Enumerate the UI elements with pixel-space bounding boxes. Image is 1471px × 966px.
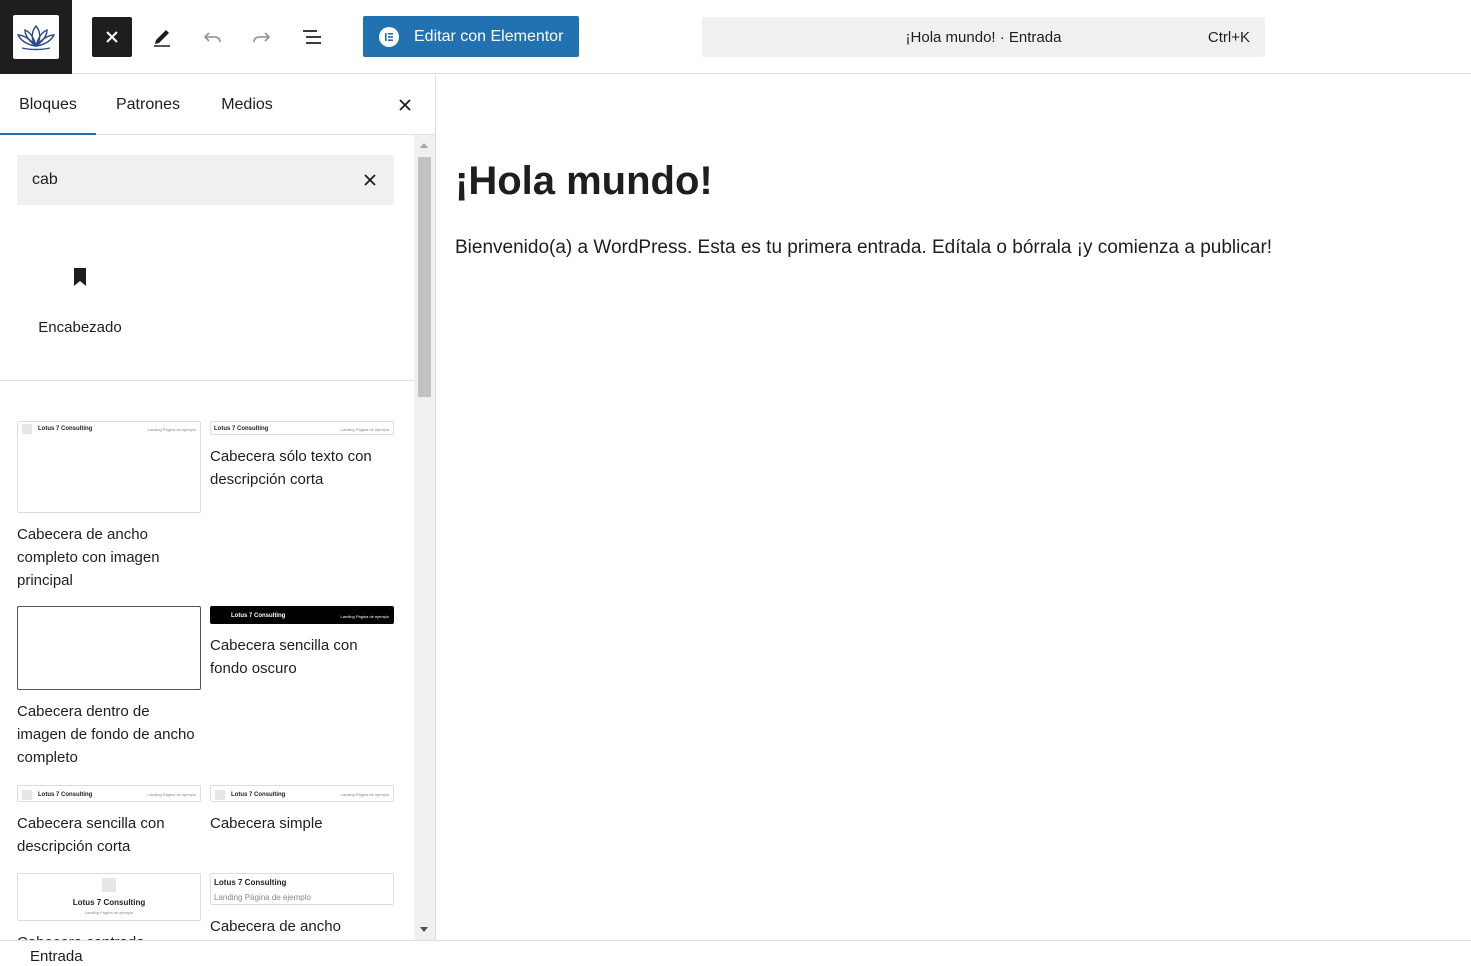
- tools-button[interactable]: [142, 17, 182, 57]
- pattern-preview: Lotus 7 Consulting Landing Página de eje…: [210, 606, 394, 624]
- scroll-thumb[interactable]: [418, 157, 431, 397]
- inserter-tabs: Bloques Patrones Medios: [0, 75, 435, 135]
- pattern-nav: Landing Página de ejemplo: [147, 426, 196, 432]
- pattern-label: Cabecera de ancho completo con imagen pr…: [17, 526, 160, 589]
- pattern-preview: Lotus 7 Consulting Landing Página de eje…: [17, 785, 201, 802]
- pattern-nav: Landing Página de ejemplo: [84, 910, 134, 915]
- pattern-brand: Lotus 7 Consulting: [214, 878, 287, 887]
- block-breadcrumb: Entrada: [0, 940, 1471, 966]
- redo-button[interactable]: [242, 17, 282, 57]
- tab-media[interactable]: Medios: [203, 75, 291, 135]
- block-item-heading[interactable]: Encabezado: [20, 265, 140, 345]
- pattern-preview: Lotus 7 Consulting Landing Página de eje…: [17, 873, 201, 921]
- close-inserter-button[interactable]: [92, 17, 132, 57]
- pattern-nav: Landing Página de ejemplo: [340, 792, 389, 797]
- breadcrumb-item[interactable]: Entrada: [30, 948, 83, 965]
- pattern-nav: Landing Página de ejemplo: [340, 613, 389, 619]
- pattern-nav: Landing Página de ejemplo: [340, 426, 389, 432]
- pattern-preview: Lotus 7 Consulting Landing Página de eje…: [17, 606, 201, 690]
- pattern-preview: Lotus 7 Consulting Landing Página de eje…: [210, 421, 394, 435]
- pattern-nav: Landing Página de ejemplo: [214, 893, 311, 902]
- close-icon: [399, 99, 411, 111]
- pattern-label: Cabecera sencilla con fondo oscuro: [210, 637, 358, 677]
- pattern-brand: Lotus 7 Consulting: [231, 791, 286, 798]
- pattern-brand: Lotus 7 Consulting: [38, 611, 93, 617]
- scroll-up-arrow[interactable]: [420, 143, 428, 148]
- close-icon: [106, 31, 118, 43]
- site-logo-button[interactable]: [0, 0, 72, 74]
- section-divider: [0, 380, 414, 381]
- pattern-label: Cabecera simple: [210, 815, 323, 832]
- bookmark-icon: [74, 268, 86, 286]
- command-shortcut: Ctrl+K: [1207, 29, 1250, 46]
- lotus-logo-icon: [13, 15, 59, 59]
- block-inserter-panel: Bloques Patrones Medios Encabezado: [0, 75, 436, 940]
- pattern-label: Cabecera centrada: [17, 931, 201, 940]
- elementor-button-label: Editar con Elementor: [414, 27, 564, 45]
- pattern-label: Cabecera sólo texto con descripción cort…: [210, 448, 372, 488]
- list-view-icon: [303, 30, 321, 44]
- paragraph-block[interactable]: Bienvenido(a) a WordPress. Esta es tu pr…: [455, 237, 1272, 259]
- block-search: [17, 155, 394, 205]
- search-input[interactable]: [32, 155, 332, 205]
- tab-blocks[interactable]: Bloques: [0, 75, 96, 135]
- close-panel-button[interactable]: [394, 94, 416, 116]
- pattern-label: Cabecera sencilla con descripción corta: [17, 815, 165, 855]
- tab-patterns[interactable]: Patrones: [100, 75, 196, 135]
- pattern-brand: Lotus 7 Consulting: [38, 426, 93, 432]
- close-icon: [364, 174, 376, 186]
- elementor-icon: [379, 26, 399, 47]
- pattern-item[interactable]: Lotus 7 Consulting Landing Página de eje…: [210, 421, 394, 491]
- pattern-preview: Lotus 7 Consulting Landing Página de eje…: [17, 421, 201, 513]
- pattern-nav: Landing Página de ejemplo: [147, 611, 196, 617]
- pattern-brand: Lotus 7 Consulting: [231, 613, 286, 619]
- pattern-item[interactable]: Lotus 7 Consulting Landing Página de eje…: [210, 873, 394, 938]
- post-title[interactable]: ¡Hola mundo!: [455, 159, 713, 204]
- undo-icon: [203, 32, 221, 43]
- pattern-label: Cabecera de ancho: [210, 918, 341, 935]
- pattern-nav: Landing Página de ejemplo: [147, 792, 196, 797]
- pattern-item[interactable]: Lotus 7 Consulting Landing Página de eje…: [17, 606, 201, 769]
- pattern-preview: Lotus 7 Consulting Landing Página de eje…: [210, 785, 394, 802]
- pattern-item[interactable]: Lotus 7 Consulting Landing Página de eje…: [17, 785, 201, 858]
- document-title: ¡Hola mundo! · Entrada: [905, 28, 1062, 46]
- pattern-brand: Lotus 7 Consulting: [72, 898, 146, 907]
- command-palette-bar[interactable]: ¡Hola mundo! · Entrada Ctrl+K: [702, 17, 1265, 57]
- pencil-icon: [154, 30, 170, 47]
- pattern-label: Cabecera dentro de imagen de fondo de an…: [17, 703, 195, 766]
- pattern-item[interactable]: Lotus 7 Consulting Landing Página de eje…: [210, 606, 394, 680]
- panel-scrollbar[interactable]: [414, 135, 435, 940]
- pattern-item[interactable]: Lotus 7 Consulting Landing Página de eje…: [210, 785, 394, 835]
- pattern-brand: Lotus 7 Consulting: [214, 426, 269, 432]
- editor-canvas: ¡Hola mundo! Bienvenido(a) a WordPress. …: [437, 75, 1471, 940]
- pattern-preview: Lotus 7 Consulting Landing Página de eje…: [210, 873, 394, 905]
- pattern-item[interactable]: Lotus 7 Consulting Landing Página de eje…: [17, 873, 201, 940]
- pattern-brand: Lotus 7 Consulting: [38, 791, 93, 798]
- document-overview-button[interactable]: [292, 17, 332, 57]
- editor-header: Editar con Elementor ¡Hola mundo! · Entr…: [0, 0, 1471, 74]
- edit-with-elementor-button[interactable]: Editar con Elementor: [363, 16, 579, 57]
- scroll-down-arrow[interactable]: [420, 927, 428, 932]
- block-item-label: Encabezado: [38, 319, 122, 336]
- undo-button[interactable]: [192, 17, 232, 57]
- clear-search-button[interactable]: [360, 170, 380, 190]
- pattern-item[interactable]: Lotus 7 Consulting Landing Página de eje…: [17, 421, 201, 592]
- redo-icon: [253, 32, 271, 43]
